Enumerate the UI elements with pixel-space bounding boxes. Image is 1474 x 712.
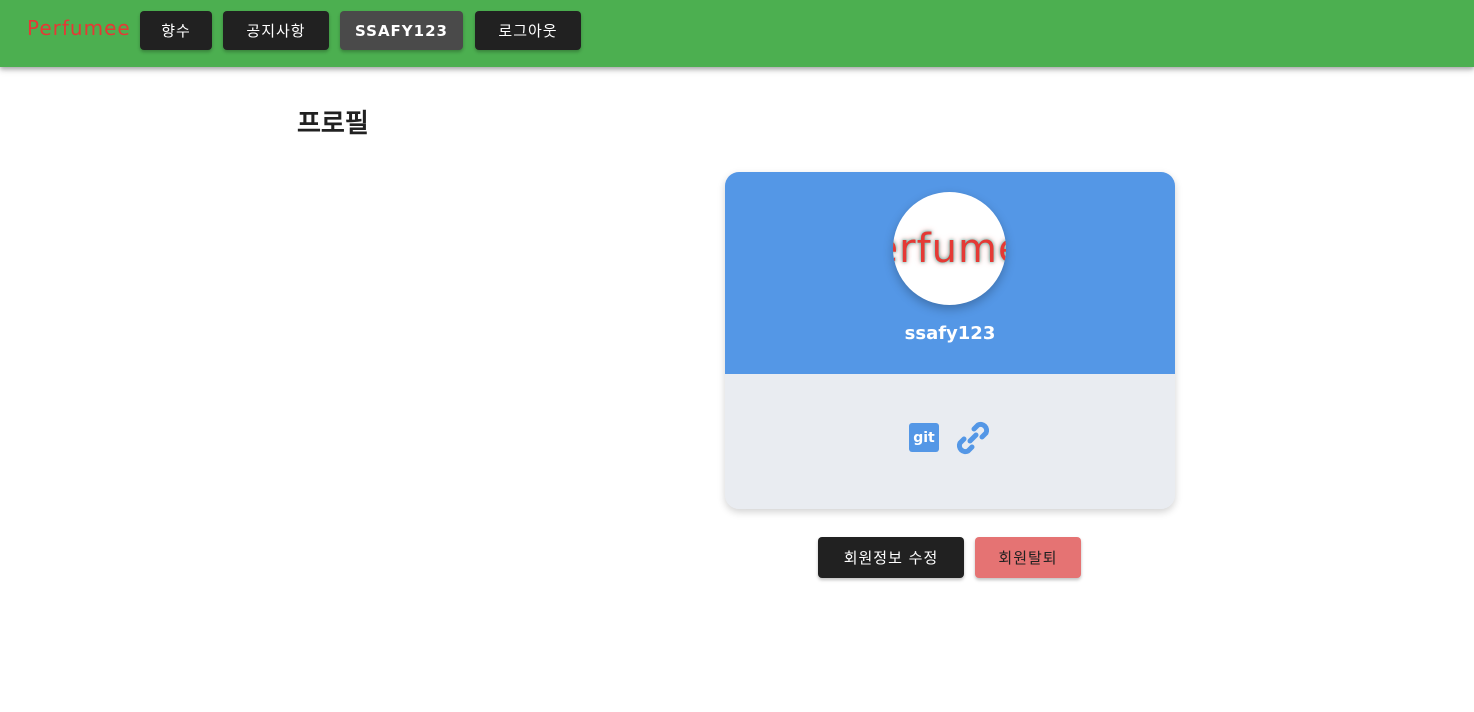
git-icon[interactable]: git <box>909 423 939 452</box>
avatar: Perfumee <box>893 192 1006 305</box>
profile-card-links <box>725 374 1175 509</box>
logo[interactable]: Perfumee <box>27 16 131 40</box>
delete-account-button[interactable]: 회원탈퇴 <box>975 537 1081 578</box>
profile-card: Perfumee ssafy123 git <box>725 172 1175 509</box>
profile-card-header: Perfumee ssafy123 <box>725 172 1175 374</box>
avatar-logo-text: Perfumee <box>893 225 1006 272</box>
profile-username: ssafy123 <box>904 323 996 344</box>
nav-perfume-button[interactable]: 향수 <box>140 11 212 50</box>
edit-profile-button[interactable]: 회원정보 수정 <box>818 537 964 578</box>
link-icon-graphic <box>956 421 990 455</box>
top-app-bar: Perfumee 향수 공지사항 SSAFY123 로그아웃 <box>0 0 1474 67</box>
link-icon[interactable] <box>954 419 992 457</box>
page-title: 프로필 <box>297 109 369 139</box>
nav-user-button[interactable]: SSAFY123 <box>340 11 463 50</box>
nav-notice-button[interactable]: 공지사항 <box>223 11 329 50</box>
nav-logout-button[interactable]: 로그아웃 <box>475 11 581 50</box>
git-icon-label: git <box>913 429 935 446</box>
